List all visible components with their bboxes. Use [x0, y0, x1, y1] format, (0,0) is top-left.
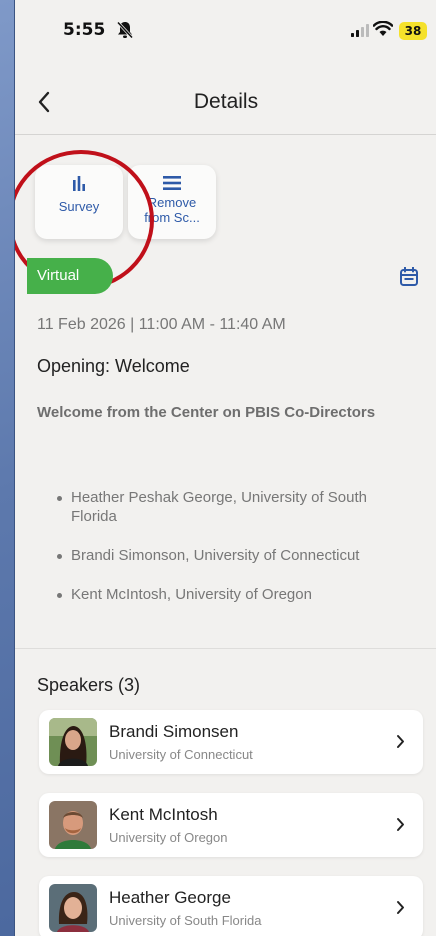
speaker-name: Kent McIntosh — [109, 805, 218, 824]
avatar — [49, 718, 97, 766]
status-bar: 5:55 38 — [15, 0, 436, 62]
signal-icon — [351, 24, 369, 37]
status-time: 5:55 — [63, 20, 106, 40]
bell-slash-icon — [117, 21, 133, 39]
list-item: Heather Peshak George, University of Sou… — [57, 488, 407, 526]
divider — [15, 648, 436, 649]
speaker-name: Heather George — [109, 888, 231, 907]
list-icon — [163, 176, 181, 190]
speakers-heading: Speakers (3) — [37, 675, 141, 695]
director-list: Heather Peshak George, University of Sou… — [57, 488, 407, 624]
speaker-name: Brandi Simonsen — [109, 722, 239, 741]
survey-button[interactable]: Survey — [35, 165, 123, 239]
virtual-badge: Virtual — [27, 258, 113, 294]
remove-label: Remove from Sc... — [132, 195, 212, 225]
bar-chart-icon — [73, 176, 85, 191]
session-title: Opening: Welcome — [37, 356, 190, 376]
avatar-photo — [49, 718, 97, 766]
speaker-org: University of Oregon — [109, 830, 228, 845]
remove-label-line2: from Sc... — [144, 210, 200, 225]
chevron-right-icon — [397, 818, 404, 831]
chevron-right-icon — [397, 735, 404, 748]
page-title: Details — [193, 90, 259, 113]
speaker-card[interactable]: Heather George University of South Flori… — [39, 876, 423, 936]
calendar-icon[interactable] — [400, 267, 418, 286]
battery-indicator: 38 — [399, 22, 427, 40]
list-item: Brandi Simonson, University of Connectic… — [57, 546, 407, 565]
remove-label-line1: Remove — [147, 195, 197, 210]
remove-from-schedule-button[interactable]: Remove from Sc... — [128, 165, 216, 239]
speaker-org: University of Connecticut — [109, 747, 253, 762]
session-description: Welcome from the Center on PBIS Co-Direc… — [37, 404, 376, 421]
avatar — [49, 884, 97, 932]
list-item: Kent McIntosh, University of Oregon — [57, 585, 407, 604]
avatar — [49, 801, 97, 849]
wifi-icon — [373, 21, 393, 36]
nav-bar: Details — [15, 72, 436, 135]
phone-screen: 5:55 38 Details Survey Remove from Sc...… — [14, 0, 436, 936]
survey-label: Survey — [58, 199, 100, 214]
speaker-org: University of South Florida — [109, 913, 262, 928]
avatar-photo — [49, 801, 97, 849]
speaker-card[interactable]: Brandi Simonsen University of Connecticu… — [39, 710, 423, 774]
chevron-right-icon — [397, 901, 404, 914]
avatar-photo — [49, 884, 97, 932]
speaker-card[interactable]: Kent McIntosh University of Oregon — [39, 793, 423, 857]
session-date-time: 11 Feb 2026 | 11:00 AM - 11:40 AM — [37, 316, 286, 333]
